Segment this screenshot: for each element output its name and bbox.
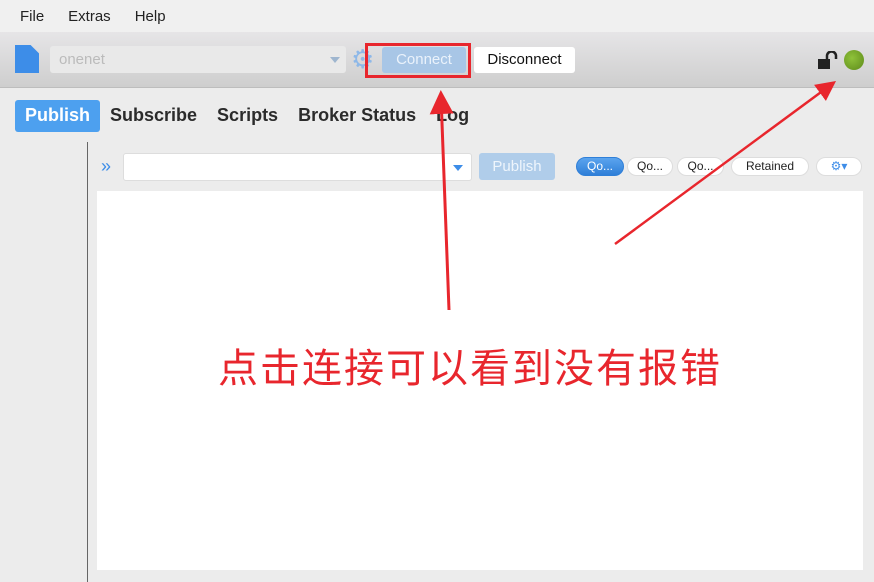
qos1-button[interactable]: Qo... [627,157,673,176]
panel-divider[interactable] [87,142,88,582]
document-icon[interactable] [15,45,39,73]
tab-publish[interactable]: Publish [15,100,101,132]
disconnect-button[interactable]: Disconnect [474,47,575,73]
retained-button[interactable]: Retained [731,157,809,176]
qos2-button[interactable]: Qo... [677,157,724,176]
menu-extras[interactable]: Extras [56,8,123,25]
annotation-highlight-box [365,43,471,78]
connection-status-indicator [844,50,864,70]
tab-log[interactable]: Log [426,100,479,132]
tab-broker-status[interactable]: Broker Status [288,100,426,132]
topic-input[interactable] [123,153,472,181]
chevron-down-icon [330,57,340,63]
profile-value: onenet [59,51,105,68]
annotation-text: 点击连接可以看到没有报错 [218,346,722,392]
menu-bar: File Extras Help [0,0,874,32]
tab-scripts[interactable]: Scripts [207,100,288,132]
publish-button[interactable]: Publish [479,153,555,180]
divider [443,154,444,180]
menu-help[interactable]: Help [123,8,178,25]
main-tabs: Publish Subscribe Scripts Broker Status … [15,100,479,132]
expand-icon[interactable]: » [101,156,111,177]
chevron-down-icon[interactable] [453,165,463,171]
options-gears-icon[interactable]: ⚙▾ [816,157,862,176]
unlock-icon [818,51,838,69]
connection-profile-select[interactable]: onenet [50,46,346,73]
menu-file[interactable]: File [8,8,56,25]
tab-subscribe[interactable]: Subscribe [100,100,207,132]
qos0-button[interactable]: Qo... [576,157,624,176]
